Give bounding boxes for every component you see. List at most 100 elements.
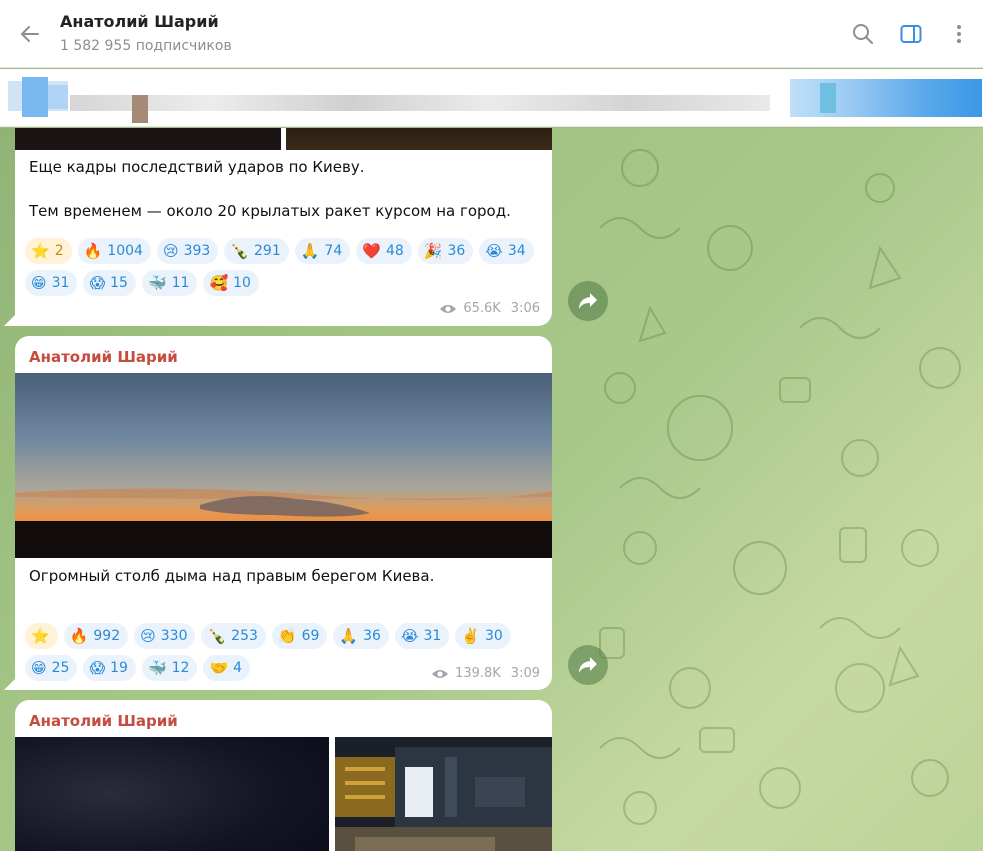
reaction-chip[interactable]: 😁 31 [25,270,78,296]
reaction-emoji-icon: 🔥 [83,242,103,260]
share-arrow-icon [579,293,597,309]
photo-right[interactable] [286,128,552,150]
forward-button[interactable] [568,645,608,685]
reaction-emoji-icon: 😭 [400,627,419,645]
reaction-count: 330 [160,628,188,644]
building-night-photo [335,737,552,851]
message-meta: 139.8K 3:09 [431,666,540,681]
reaction-emoji-icon: 🎉 [423,242,443,260]
reaction-count: 10 [233,275,251,291]
reaction-chip[interactable]: 👏 69 [271,623,328,649]
reaction-chip[interactable]: 🐳 12 [141,655,198,681]
reaction-count: 48 [385,243,404,259]
reaction-count: 4 [233,660,243,676]
message-bubble[interactable]: Анатолий Шарий [15,700,552,851]
reaction-chip[interactable]: 🎉 36 [417,238,474,264]
search-button[interactable] [839,0,887,68]
message-bubble[interactable]: Еще кадры последствий ударов по Киеву. Т… [15,128,552,326]
reaction-emoji-icon: 😁 [31,659,47,677]
message-meta: 65.6K 3:06 [439,301,540,316]
blurred-content [48,85,68,109]
reaction-chip[interactable]: 🔥 992 [63,623,129,649]
reaction-chip[interactable]: 🐳 11 [141,270,198,296]
reaction-chip[interactable]: 😭 34 [479,238,534,264]
reaction-chip[interactable]: 🙏 36 [333,623,389,649]
reaction-count: 30 [484,628,503,644]
reaction-emoji-icon: ✌️ [461,627,480,645]
view-count: 65.6K [463,301,501,316]
reaction-emoji-icon: 🍾 [207,627,227,645]
reaction-emoji-icon: ⭐ [31,242,50,260]
reaction-count: 74 [324,243,343,259]
blurred-content [70,95,770,111]
reaction-emoji-icon: 😢 [140,627,156,645]
forward-button[interactable] [568,281,608,321]
reaction-chip[interactable]: 🔥 1004 [77,238,151,264]
reaction-count: 19 [110,660,128,676]
reaction-count: 11 [171,275,190,291]
reaction-emoji-icon: ❤️ [362,242,381,260]
reaction-chip[interactable]: 😱 15 [83,270,136,296]
reaction-count: 31 [51,275,70,291]
message-text: Еще кадры последствий ударов по Киеву. Т… [29,158,511,220]
message-time: 3:06 [510,301,540,316]
reaction-count: 1004 [107,243,143,259]
reaction-emoji-icon: 😱 [89,659,106,677]
reaction-chip[interactable]: 🤝 4 [203,655,251,681]
blurred-content [820,83,836,113]
reaction-emoji-icon: 😭 [485,242,503,260]
pinned-message-bar[interactable] [0,69,983,127]
message-photo[interactable] [15,373,552,558]
reaction-count: 36 [447,243,466,259]
reaction-count: 992 [93,628,121,644]
blurred-content [790,79,982,117]
sidebar-toggle-icon [900,25,922,43]
blurred-content [132,95,148,123]
reaction-chip[interactable]: ⭐ [25,623,58,649]
photo-left[interactable] [15,128,281,150]
reaction-count: 393 [183,243,211,259]
reaction-count: 25 [51,660,70,676]
reaction-chip[interactable]: 😱 19 [83,655,136,681]
subscriber-count: 1 582 955 подписчиков [60,37,232,54]
channel-info[interactable]: Анатолий Шарий 1 582 955 подписчиков [60,12,232,56]
back-button[interactable] [0,0,60,68]
reaction-chip[interactable]: 😢 393 [156,238,219,264]
message-text: Огромный столб дыма над правым берегом К… [29,567,435,585]
reaction-emoji-icon: ⭐ [31,627,50,645]
reaction-emoji-icon: 🍾 [230,242,249,260]
message-bubble[interactable]: Анатолий Шарий [15,336,552,690]
reaction-chip[interactable]: 🍾 253 [201,623,266,649]
reaction-emoji-icon: 🔥 [69,627,89,645]
reaction-count: 31 [423,628,442,644]
reaction-count: 253 [231,628,258,644]
reaction-count: 2 [54,243,64,259]
reaction-emoji-icon: 🐳 [147,274,167,292]
reaction-emoji-icon: 🥰 [209,274,229,292]
message-author: Анатолий Шарий [29,712,178,730]
share-arrow-icon [579,657,597,673]
photo-right[interactable] [335,737,552,851]
message-author: Анатолий Шарий [29,348,178,366]
sidebar-toggle-button[interactable] [887,0,935,68]
kebab-menu-icon [957,25,961,43]
reaction-chip[interactable]: 🙏 74 [294,238,351,264]
reaction-chip[interactable]: ✌️ 30 [455,623,511,649]
arrow-left-icon [21,25,39,42]
reaction-chip[interactable]: 😁 25 [25,655,78,681]
channel-title: Анатолий Шарий [60,11,219,31]
reaction-chip[interactable]: 🥰 10 [203,270,259,296]
reaction-chip[interactable]: 😭 31 [394,623,450,649]
reaction-count: 36 [363,628,381,644]
reaction-chip[interactable]: 😢 330 [134,623,196,649]
reaction-emoji-icon: 🐳 [147,659,167,677]
chat-area[interactable]: Еще кадры последствий ударов по Киеву. Т… [0,128,983,851]
reaction-count: 34 [507,243,526,259]
reaction-emoji-icon: 👏 [277,627,297,645]
menu-button[interactable] [935,0,983,68]
photo-left[interactable] [15,737,329,851]
reaction-chip[interactable]: ❤️ 48 [356,238,412,264]
reaction-chip[interactable]: 🍾 291 [224,238,289,264]
eye-icon [432,669,449,678]
reaction-chip[interactable]: ⭐ 2 [25,238,72,264]
